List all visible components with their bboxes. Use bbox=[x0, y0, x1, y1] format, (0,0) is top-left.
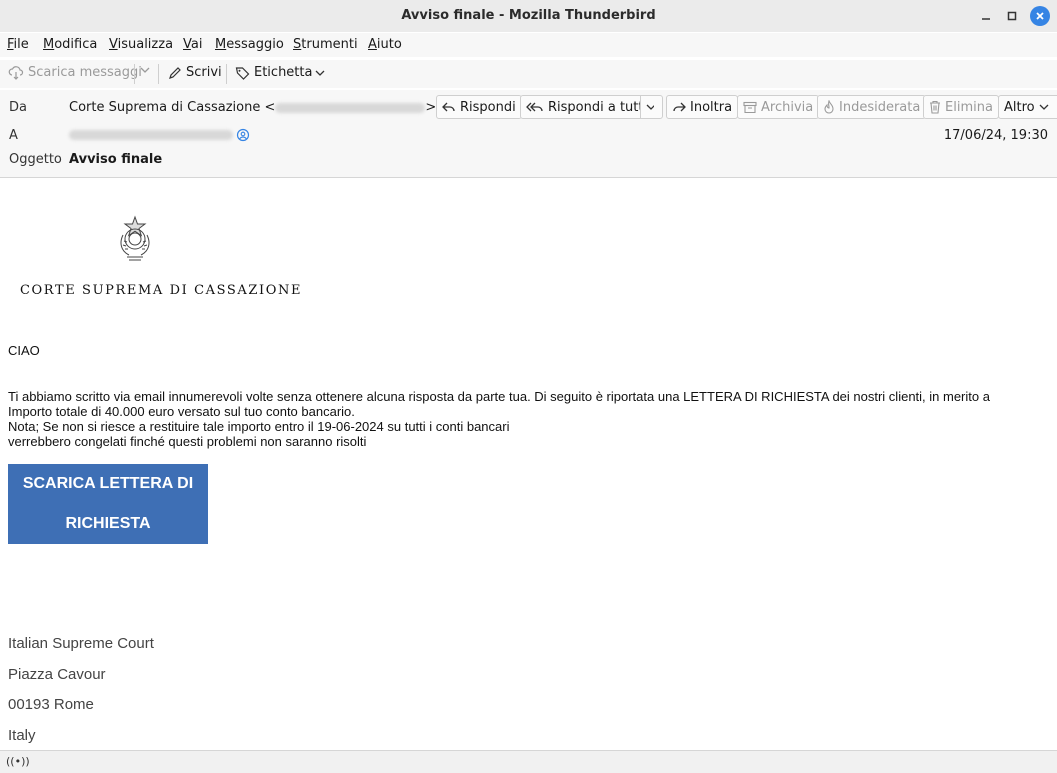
status-bar: ((•)) bbox=[0, 750, 1057, 773]
menu-edit[interactable]: Modifica bbox=[43, 37, 97, 52]
address-line: Italian Supreme Court bbox=[8, 635, 154, 652]
menu-message[interactable]: Messaggio bbox=[215, 37, 284, 52]
reply-icon bbox=[442, 102, 455, 112]
message-text: Ti abbiamo scritto via email innumerevol… bbox=[8, 389, 990, 449]
to-field[interactable] bbox=[69, 128, 250, 142]
address-line: Italy bbox=[8, 727, 36, 744]
menu-view[interactable]: Visualizza bbox=[109, 37, 173, 52]
chevron-down-icon bbox=[1039, 104, 1049, 110]
chevron-down-icon bbox=[316, 70, 325, 76]
message-body: CORTE SUPREMA DI CASSAZIONE CIAO Ti abbi… bbox=[0, 179, 1057, 750]
sender-email-redacted bbox=[275, 102, 426, 113]
download-letter-button[interactable]: SCARICA LETTERA DI RICHIESTA bbox=[8, 464, 208, 544]
menu-file[interactable]: File bbox=[7, 37, 29, 52]
message-header: Da Corte Suprema di Cassazione < > Rispo… bbox=[0, 90, 1057, 178]
chevron-down-icon bbox=[646, 104, 654, 110]
to-label: A bbox=[9, 128, 18, 143]
reply-all-icon bbox=[526, 102, 543, 112]
chevron-down-icon bbox=[140, 67, 150, 73]
maximize-button[interactable] bbox=[1002, 6, 1022, 26]
address-line: Piazza Cavour bbox=[8, 666, 106, 683]
subject-label: Oggetto bbox=[9, 152, 62, 167]
activity-icon[interactable]: ((•)) bbox=[6, 755, 30, 768]
from-field[interactable]: Corte Suprema di Cassazione < > bbox=[69, 100, 454, 115]
forward-icon bbox=[673, 102, 686, 112]
sender-name: Corte Suprema di Cassazione < bbox=[69, 100, 276, 115]
junk-button[interactable]: Indesiderata bbox=[817, 95, 927, 119]
toolbar-divider bbox=[226, 64, 227, 84]
tag-icon bbox=[235, 66, 250, 80]
more-button[interactable]: Altro bbox=[998, 95, 1057, 119]
subject-value: Avviso finale bbox=[69, 152, 163, 167]
tag-button[interactable]: Etichetta bbox=[235, 65, 330, 80]
window-title: Avviso finale - Mozilla Thunderbird bbox=[401, 8, 656, 23]
archive-button[interactable]: Archivia bbox=[737, 95, 820, 119]
main-toolbar: Scarica messaggi Scrivi Etichetta bbox=[0, 60, 1057, 88]
italian-emblem-icon bbox=[120, 215, 150, 261]
write-button[interactable]: Scrivi bbox=[168, 65, 222, 80]
get-messages-button[interactable]: Scarica messaggi bbox=[8, 65, 142, 80]
menu-go[interactable]: Vai bbox=[183, 37, 202, 52]
get-messages-dropdown[interactable] bbox=[139, 65, 155, 75]
archive-icon bbox=[743, 101, 757, 113]
trash-icon bbox=[930, 100, 940, 114]
close-button[interactable] bbox=[1030, 6, 1050, 26]
address-book-icon bbox=[236, 128, 250, 142]
address-line: 00193 Rome bbox=[8, 696, 94, 713]
court-name: CORTE SUPREMA DI CASSAZIONE bbox=[20, 283, 303, 298]
menu-tools[interactable]: Strumenti bbox=[293, 37, 358, 52]
reply-all-dropdown[interactable] bbox=[640, 95, 663, 119]
delete-button[interactable]: Elimina bbox=[923, 95, 999, 119]
forward-button[interactable]: Inoltra bbox=[666, 95, 739, 119]
title-bar: Avviso finale - Mozilla Thunderbird bbox=[0, 0, 1057, 32]
pencil-icon bbox=[169, 66, 181, 79]
close-icon bbox=[1036, 12, 1044, 20]
menu-help[interactable]: Aiuto bbox=[368, 37, 402, 52]
download-cloud-icon bbox=[8, 65, 24, 80]
recipient-email-redacted bbox=[69, 130, 233, 140]
reply-all-button[interactable]: Rispondi a tutti bbox=[520, 95, 654, 119]
toolbar-divider bbox=[158, 64, 159, 84]
maximize-icon bbox=[1007, 11, 1017, 21]
message-date: 17/06/24, 19:30 bbox=[943, 128, 1048, 143]
greeting: CIAO bbox=[8, 343, 40, 358]
menu-bar: File Modifica Visualizza Vai Messaggio S… bbox=[0, 33, 1057, 57]
flame-icon bbox=[824, 100, 834, 114]
from-label: Da bbox=[9, 100, 27, 115]
minimize-button[interactable] bbox=[976, 6, 996, 26]
minimize-icon bbox=[982, 18, 990, 20]
toolbar-divider bbox=[134, 64, 135, 84]
reply-button[interactable]: Rispondi bbox=[436, 95, 522, 119]
